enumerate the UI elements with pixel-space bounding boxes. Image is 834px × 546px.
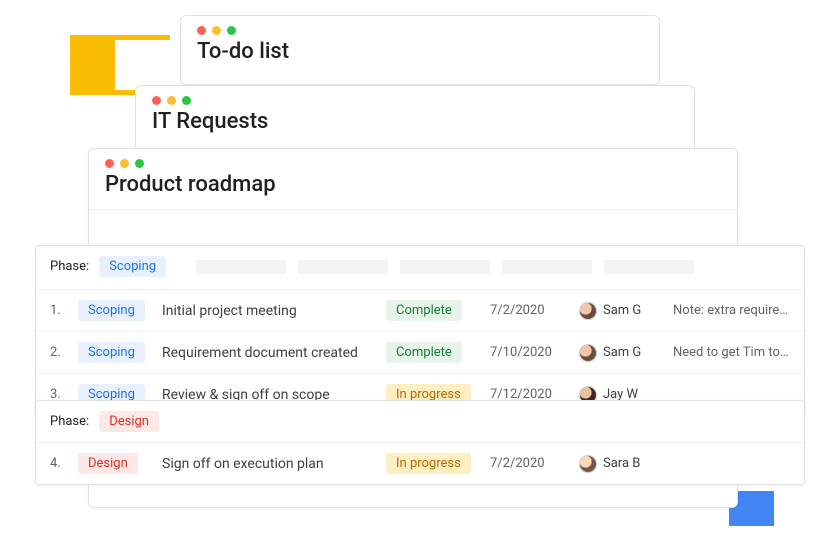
- row-number: 1.: [50, 303, 64, 318]
- task-owner[interactable]: Sam G: [579, 302, 659, 320]
- task-note: Need to get Tim to review: [673, 345, 790, 360]
- owner-name: Sam G: [603, 303, 641, 318]
- maximize-icon[interactable]: [135, 159, 144, 168]
- phase-pill[interactable]: Scoping: [78, 342, 145, 363]
- task-date: 7/2/2020: [490, 456, 565, 471]
- decorative-block-white: [115, 40, 170, 90]
- traffic-lights: [136, 86, 694, 105]
- traffic-lights: [181, 16, 659, 35]
- task-owner[interactable]: Sara B: [579, 455, 659, 473]
- avatar: [579, 344, 597, 362]
- ghost-tab: [298, 260, 388, 274]
- phase-label: Phase:: [50, 259, 89, 274]
- task-title: Initial project meeting: [162, 303, 372, 319]
- owner-name: Sara B: [603, 456, 640, 471]
- close-icon[interactable]: [152, 96, 161, 105]
- task-date: 7/10/2020: [490, 345, 565, 360]
- task-owner[interactable]: Sam G: [579, 344, 659, 362]
- window-todo-list[interactable]: To-do list: [180, 15, 660, 85]
- task-title: Requirement document created: [162, 345, 372, 361]
- task-date: 7/2/2020: [490, 303, 565, 318]
- ghost-tabs: [196, 260, 694, 274]
- window-title: Product roadmap: [89, 168, 737, 209]
- phase-header: Phase: Design: [36, 401, 804, 443]
- window-it-requests[interactable]: IT Requests: [135, 85, 695, 155]
- window-title: IT Requests: [136, 105, 694, 146]
- ghost-tab: [502, 260, 592, 274]
- phase-pill[interactable]: Design: [78, 453, 138, 474]
- phase-section-design: Phase: Design 4. Design Sign off on exec…: [35, 400, 805, 485]
- ghost-tab: [196, 260, 286, 274]
- phase-pill[interactable]: Scoping: [78, 300, 145, 321]
- close-icon[interactable]: [197, 26, 206, 35]
- window-title: To-do list: [181, 35, 659, 76]
- traffic-lights: [89, 149, 737, 168]
- row-number: 2.: [50, 345, 64, 360]
- table-row[interactable]: 1. Scoping Initial project meeting Compl…: [36, 290, 804, 332]
- status-pill[interactable]: In progress: [386, 453, 471, 474]
- ghost-tab: [604, 260, 694, 274]
- task-title: Sign off on execution plan: [162, 456, 372, 472]
- minimize-icon[interactable]: [167, 96, 176, 105]
- table-row[interactable]: 4. Design Sign off on execution plan In …: [36, 443, 804, 484]
- minimize-icon[interactable]: [120, 159, 129, 168]
- minimize-icon[interactable]: [212, 26, 221, 35]
- owner-name: Sam G: [603, 345, 641, 360]
- phase-pill-design[interactable]: Design: [99, 411, 159, 432]
- task-note: Note: extra requirement to...: [673, 303, 790, 318]
- divider: [89, 209, 737, 210]
- row-number: 4.: [50, 456, 64, 471]
- table-row[interactable]: 2. Scoping Requirement document created …: [36, 332, 804, 374]
- close-icon[interactable]: [105, 159, 114, 168]
- phase-section-scoping: Phase: Scoping 1. Scoping Initial projec…: [35, 245, 805, 416]
- status-pill[interactable]: Complete: [386, 342, 462, 363]
- avatar: [579, 455, 597, 473]
- maximize-icon[interactable]: [227, 26, 236, 35]
- phase-header: Phase: Scoping: [36, 246, 804, 290]
- status-pill[interactable]: Complete: [386, 300, 462, 321]
- phase-pill-scoping[interactable]: Scoping: [99, 256, 166, 277]
- ghost-tab: [400, 260, 490, 274]
- avatar: [579, 302, 597, 320]
- maximize-icon[interactable]: [182, 96, 191, 105]
- phase-label: Phase:: [50, 414, 89, 429]
